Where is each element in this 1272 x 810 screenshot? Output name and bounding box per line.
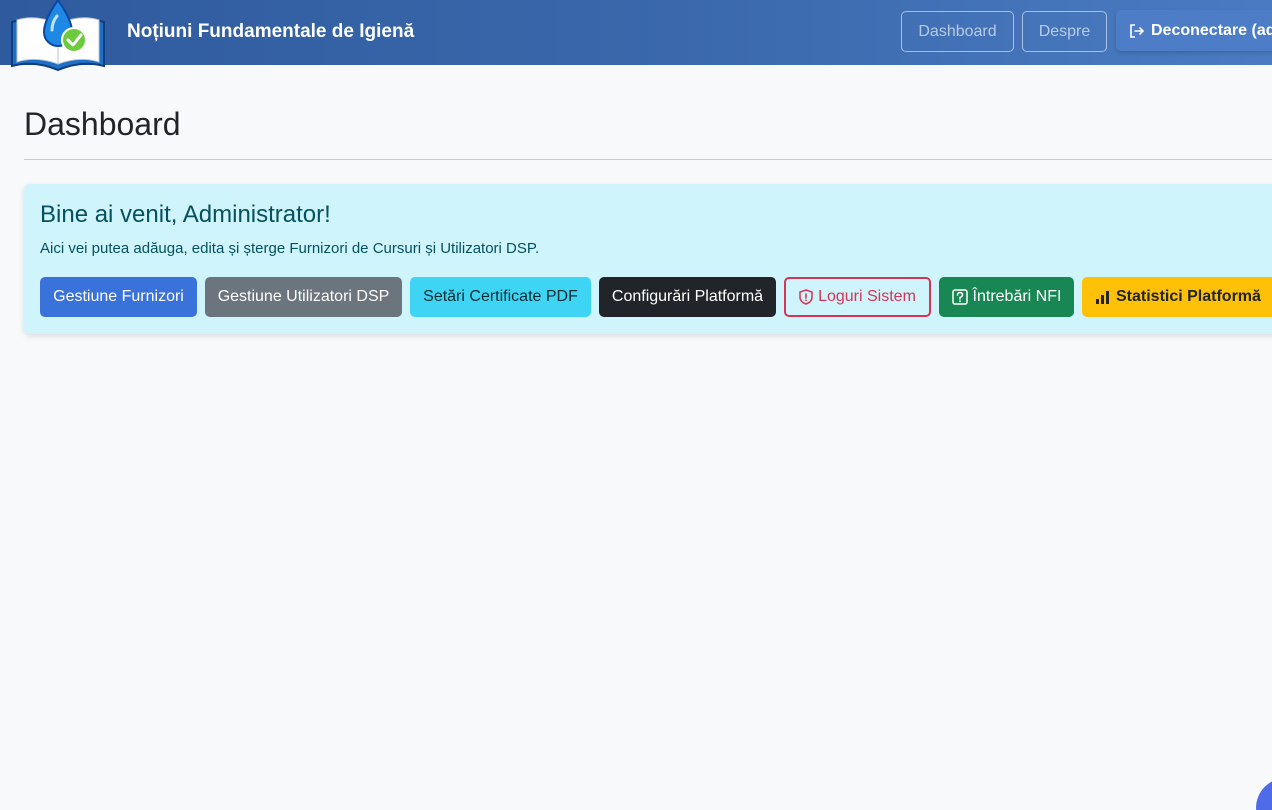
welcome-text: Aici vei putea adăuga, edita și șterge F…: [40, 240, 540, 257]
book-water-drop-check-icon[interactable]: [8, 0, 108, 76]
welcome-alert: Bine ai venit, Administrator! Aici vei p…: [24, 184, 1272, 334]
bar-chart-icon: [1095, 290, 1111, 304]
nav-despre-button[interactable]: Despre: [1022, 11, 1107, 52]
question-square-icon: [951, 289, 968, 305]
statistici-platforma-button[interactable]: Statistici Platformă: [1082, 277, 1272, 317]
configurari-platforma-button[interactable]: Configurări Platformă: [599, 277, 776, 317]
logout-icon: [1129, 23, 1145, 38]
nav-dashboard-button[interactable]: Dashboard: [901, 11, 1014, 52]
loguri-sistem-label: Loguri Sistem: [818, 288, 916, 305]
loguri-sistem-button[interactable]: Loguri Sistem: [784, 277, 931, 317]
top-navbar: Noțiuni Fundamentale de Igienă Dashboard…: [0, 0, 1272, 72]
gestiune-furnizori-button[interactable]: Gestiune Furnizori: [40, 277, 197, 317]
logout-button[interactable]: Deconectare (ad: [1116, 10, 1272, 51]
intrebari-nfi-button[interactable]: Întrebări NFI: [939, 277, 1074, 317]
floating-action-button[interactable]: [1256, 778, 1272, 810]
setari-certificate-button[interactable]: Setări Certificate PDF: [410, 277, 591, 317]
shield-icon: [799, 289, 813, 305]
page-title: Dashboard: [24, 106, 181, 142]
intrebari-nfi-label: Întrebări NFI: [972, 288, 1062, 305]
logout-label: Deconectare (ad: [1151, 21, 1272, 39]
statistici-platforma-label: Statistici Platformă: [1116, 288, 1261, 305]
title-divider: [24, 159, 1272, 160]
welcome-title: Bine ai venit, Administrator!: [40, 201, 331, 228]
app-brand-title[interactable]: Noțiuni Fundamentale de Igienă: [127, 21, 414, 43]
gestiune-utilizatori-button[interactable]: Gestiune Utilizatori DSP: [205, 277, 402, 317]
